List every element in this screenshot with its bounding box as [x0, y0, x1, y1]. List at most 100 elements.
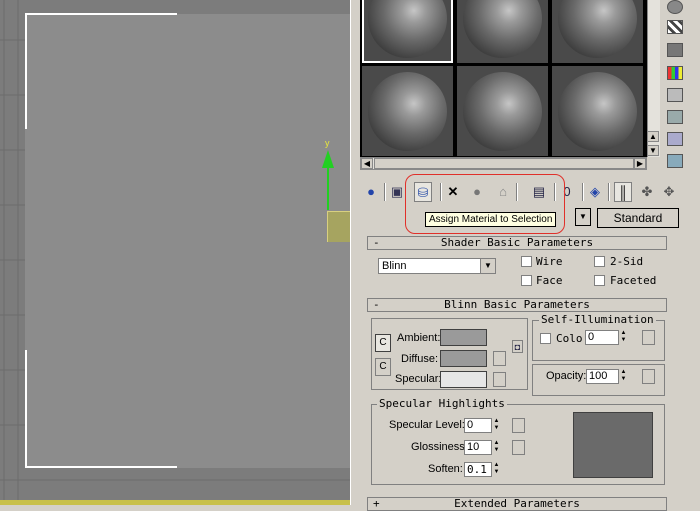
- rollout-toggle: +: [373, 497, 380, 510]
- highlight-curve-preview: [573, 412, 653, 478]
- sample-slot[interactable]: [362, 0, 453, 63]
- soften-spinner[interactable]: ▲ ▼: [492, 462, 501, 477]
- shader-type-dropdown[interactable]: Blinn ▼: [378, 258, 496, 274]
- scroll-up-button[interactable]: ▲: [647, 131, 659, 142]
- shader-basic-parameters-rollout-header[interactable]: - Shader Basic Parameters: [367, 236, 667, 250]
- scroll-right-button[interactable]: ▶: [634, 158, 646, 169]
- assign-material-to-selection-button[interactable]: ⛁: [414, 182, 432, 202]
- face-map-checkbox[interactable]: [521, 275, 532, 286]
- make-preview-icon[interactable]: [667, 88, 683, 102]
- diffuse-map-button[interactable]: [493, 351, 506, 366]
- sample-slot[interactable]: [457, 0, 548, 63]
- face-map-label: Face: [536, 274, 563, 287]
- self-illum-map-button[interactable]: [642, 330, 655, 345]
- two-sided-checkbox[interactable]: [594, 256, 605, 267]
- lock-icon[interactable]: ◘: [512, 340, 523, 353]
- specular-label: Specular:: [395, 373, 442, 385]
- get-material-icon[interactable]: ●: [362, 182, 380, 202]
- material-editor-toolbar: ● ▣ ⛁ ✕ ● ⌂ ▤ 0 ◈ ║ ✤ ✥: [360, 180, 700, 206]
- self-illum-spinner[interactable]: ▲ ▼: [619, 330, 628, 345]
- glossiness-map-button[interactable]: [512, 440, 525, 455]
- go-forward-to-sibling-icon[interactable]: ✥: [660, 182, 678, 202]
- rollout-toggle: -: [373, 298, 380, 311]
- reset-map-icon[interactable]: ✕: [444, 182, 462, 202]
- sample-slot[interactable]: [552, 66, 643, 156]
- lock-diffuse-specular-icon[interactable]: C: [375, 358, 391, 376]
- put-to-library-icon[interactable]: ▤: [530, 182, 548, 202]
- scroll-down-button[interactable]: ▼: [647, 145, 659, 156]
- safe-frame-corner: [25, 350, 27, 468]
- specular-highlights-title: Specular Highlights: [377, 397, 507, 410]
- safe-frame-corner: [25, 13, 27, 129]
- sample-slot[interactable]: [457, 66, 548, 156]
- backlight-icon[interactable]: [667, 20, 683, 34]
- soften-field[interactable]: 0.1: [464, 462, 492, 477]
- lock-ambient-diffuse-icon[interactable]: C: [375, 334, 391, 352]
- sample-slot[interactable]: [362, 66, 453, 156]
- shader-type-value: Blinn: [382, 260, 407, 272]
- two-sided-label: 2-Sid: [610, 255, 644, 268]
- material-type-button[interactable]: Standard: [597, 208, 679, 228]
- faceted-label: Faceted: [610, 274, 657, 287]
- color-check-icon[interactable]: [667, 66, 683, 80]
- options-icon[interactable]: [667, 110, 683, 124]
- specular-level-spinner[interactable]: ▲ ▼: [492, 418, 501, 433]
- faceted-checkbox[interactable]: [594, 275, 605, 286]
- self-illumination-title: Self-Illumination: [539, 313, 656, 326]
- put-to-scene-icon[interactable]: ▣: [388, 182, 406, 202]
- slots-horizontal-scrollbar[interactable]: ◀ ▶: [360, 157, 647, 170]
- scroll-left-button[interactable]: ◀: [361, 158, 373, 169]
- rollout-title: Blinn Basic Parameters: [444, 298, 590, 311]
- rollout-title: Extended Parameters: [454, 497, 580, 510]
- sphere-preview: [558, 72, 637, 151]
- parameter-panel: - Shader Basic Parameters Blinn ▼ Wirе 2…: [363, 232, 675, 511]
- make-unique-icon[interactable]: ⌂: [494, 182, 512, 202]
- show-map-in-viewport-icon[interactable]: ◈: [586, 182, 604, 202]
- opacity-spinner[interactable]: ▲ ▼: [619, 369, 628, 384]
- panel-divider: [350, 0, 359, 505]
- specular-level-field[interactable]: 0: [464, 418, 492, 433]
- show-end-result-icon[interactable]: ║: [614, 182, 632, 202]
- sample-type-icon[interactable]: [667, 0, 683, 14]
- opacity-map-button[interactable]: [642, 369, 655, 384]
- tooltip: Assign Material to Selection: [425, 212, 557, 227]
- material-effects-channel-icon[interactable]: 0: [558, 182, 576, 202]
- material-name-dropdown-arrow[interactable]: ▼: [575, 208, 591, 226]
- opacity-value-field[interactable]: 100: [586, 369, 619, 384]
- glossiness-field[interactable]: 10: [464, 440, 492, 455]
- viewport[interactable]: y: [0, 0, 352, 505]
- toolbar-separator: [384, 183, 386, 201]
- extended-parameters-rollout-header[interactable]: + Extended Parameters: [367, 497, 667, 511]
- select-by-material-icon[interactable]: [667, 132, 683, 146]
- scroll-thumb[interactable]: [374, 158, 634, 169]
- sphere-preview: [463, 72, 542, 151]
- toolbar-separator: [516, 183, 518, 201]
- blinn-basic-parameters-rollout-header[interactable]: - Blinn Basic Parameters: [367, 298, 667, 312]
- soften-label: Soften:: [428, 463, 463, 475]
- glossiness-label: Glossiness:: [411, 441, 468, 453]
- rollout-title: Shader Basic Parameters: [440, 236, 594, 249]
- specular-map-button[interactable]: [493, 372, 506, 387]
- background-icon[interactable]: [667, 43, 683, 57]
- ambient-color-swatch[interactable]: [440, 329, 487, 346]
- go-to-parent-icon[interactable]: ✤: [638, 182, 656, 202]
- self-illum-value-field[interactable]: 0: [585, 330, 619, 345]
- glossiness-spinner[interactable]: ▲ ▼: [492, 440, 501, 455]
- rollout-toggle: -: [373, 236, 380, 249]
- self-illum-color-checkbox[interactable]: [540, 333, 551, 344]
- specular-level-map-button[interactable]: [512, 418, 525, 433]
- axis-y-label: y: [325, 138, 330, 148]
- toolbar-separator: [554, 183, 556, 201]
- make-copy-icon[interactable]: ●: [468, 182, 486, 202]
- wire-checkbox[interactable]: [521, 256, 532, 267]
- slots-vertical-scrollbar[interactable]: ▲ ▼: [647, 0, 660, 157]
- specular-color-swatch[interactable]: [440, 371, 487, 388]
- material-navigator-icon[interactable]: [667, 154, 683, 168]
- toolbar-separator: [582, 183, 584, 201]
- sample-slot[interactable]: [552, 0, 643, 63]
- wire-label: Wirе: [536, 255, 563, 268]
- diffuse-color-swatch[interactable]: [440, 350, 487, 367]
- self-illum-color-label: Colo: [556, 332, 583, 345]
- y-axis-gizmo[interactable]: [322, 150, 334, 210]
- selected-object[interactable]: [327, 211, 352, 242]
